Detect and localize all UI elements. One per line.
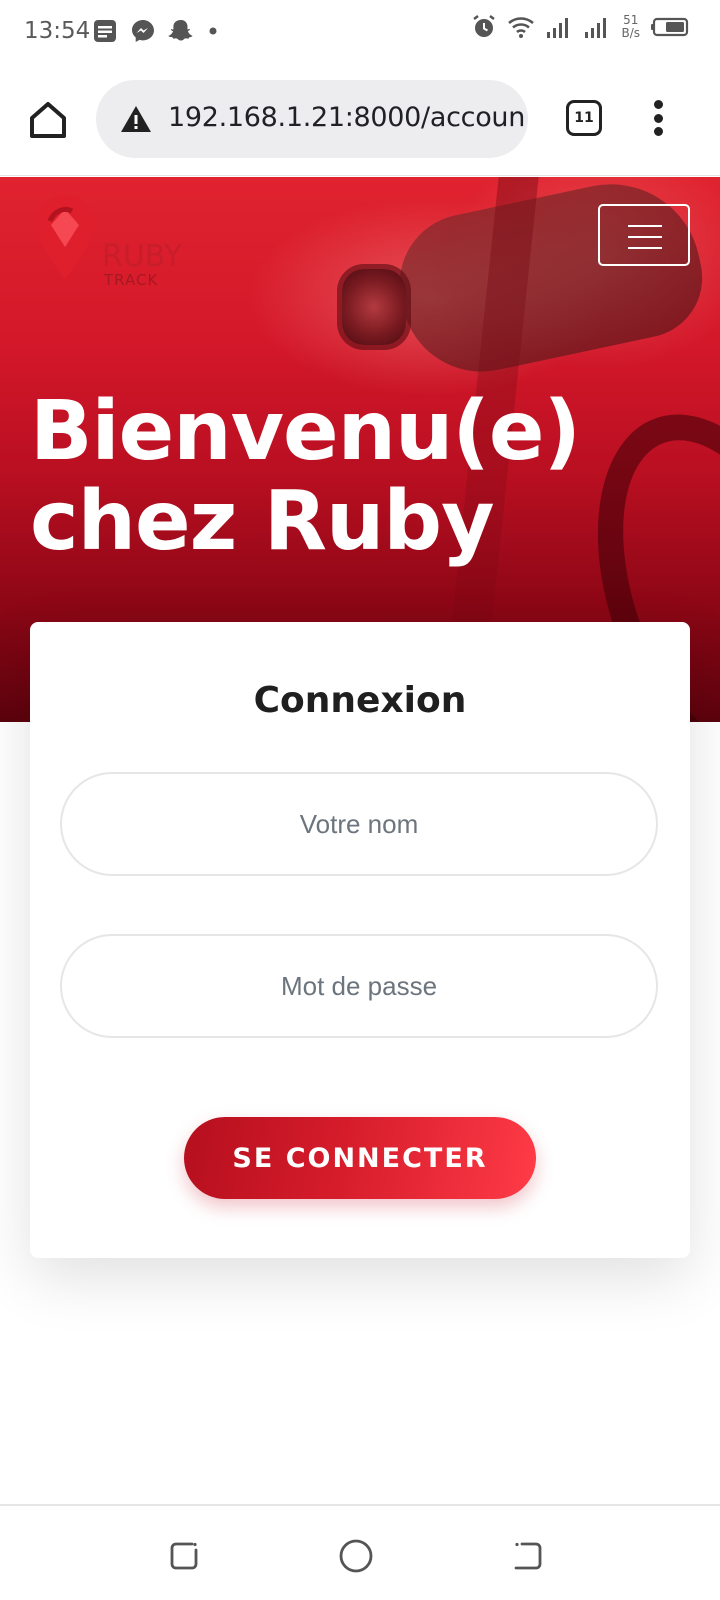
recent-apps-icon bbox=[170, 1542, 198, 1570]
login-submit-button[interactable]: SE CONNECTER bbox=[184, 1117, 536, 1199]
status-bar: 13:54 51 B/s bbox=[0, 0, 720, 62]
alarm-icon bbox=[473, 15, 496, 37]
signal-icon bbox=[585, 18, 607, 38]
messenger-icon bbox=[132, 20, 154, 42]
snapchat-icon bbox=[168, 20, 193, 41]
menu-dot bbox=[653, 100, 663, 109]
wifi-icon bbox=[508, 17, 535, 38]
browser-menu-button[interactable] bbox=[652, 100, 664, 136]
hamburger-line bbox=[628, 247, 662, 249]
home-button[interactable] bbox=[26, 98, 70, 142]
hero-title-line2: chez Ruby bbox=[30, 474, 495, 569]
url-text[interactable]: 192.168.1.21:8000/accoun bbox=[168, 102, 525, 133]
browser-toolbar: 192.168.1.21:8000/accoun 11 bbox=[0, 62, 720, 176]
hero-background-watch bbox=[342, 269, 406, 345]
name-input[interactable] bbox=[62, 774, 656, 874]
net-speed-unit: B/s bbox=[621, 26, 640, 40]
system-nav-bar bbox=[0, 1504, 720, 1600]
hamburger-line bbox=[628, 225, 662, 227]
location-pin-logo-icon bbox=[36, 195, 94, 279]
net-speed: 51 B/s bbox=[621, 14, 640, 40]
signal-icon bbox=[547, 18, 569, 38]
home-icon bbox=[30, 102, 66, 138]
tab-switcher-button[interactable]: 11 bbox=[566, 100, 602, 136]
login-card: Connexion SE CONNECTER bbox=[30, 622, 690, 1258]
site-logo[interactable]: RUBY TRACK bbox=[30, 191, 200, 291]
back-button[interactable] bbox=[508, 1536, 548, 1576]
battery-icon bbox=[651, 17, 689, 37]
status-left-icons bbox=[92, 18, 220, 44]
back-icon bbox=[514, 1542, 542, 1570]
logo-subtext: TRACK bbox=[104, 271, 159, 289]
hero-title-line1: Bienvenu(e) bbox=[30, 384, 581, 479]
status-right-icons: 51 B/s bbox=[471, 14, 690, 40]
notes-icon bbox=[94, 20, 116, 42]
warning-icon[interactable] bbox=[120, 104, 152, 134]
recent-apps-button[interactable] bbox=[164, 1536, 204, 1576]
hero-title: Bienvenu(e) chez Ruby bbox=[30, 387, 690, 567]
home-nav-button[interactable] bbox=[336, 1536, 376, 1576]
logo-text: RUBY bbox=[102, 239, 183, 274]
login-title: Connexion bbox=[253, 680, 467, 721]
hamburger-line bbox=[628, 236, 662, 238]
status-time: 13:54 bbox=[24, 18, 91, 44]
dot-icon bbox=[209, 27, 217, 35]
home-circle-icon bbox=[339, 1539, 373, 1573]
address-bar[interactable]: 192.168.1.21:8000/accoun bbox=[96, 80, 528, 158]
password-input[interactable] bbox=[62, 936, 656, 1036]
menu-dot bbox=[653, 127, 663, 136]
nav-toggle-button[interactable] bbox=[598, 204, 690, 266]
name-field bbox=[60, 772, 658, 876]
password-field bbox=[60, 934, 658, 1038]
menu-dot bbox=[653, 113, 663, 123]
